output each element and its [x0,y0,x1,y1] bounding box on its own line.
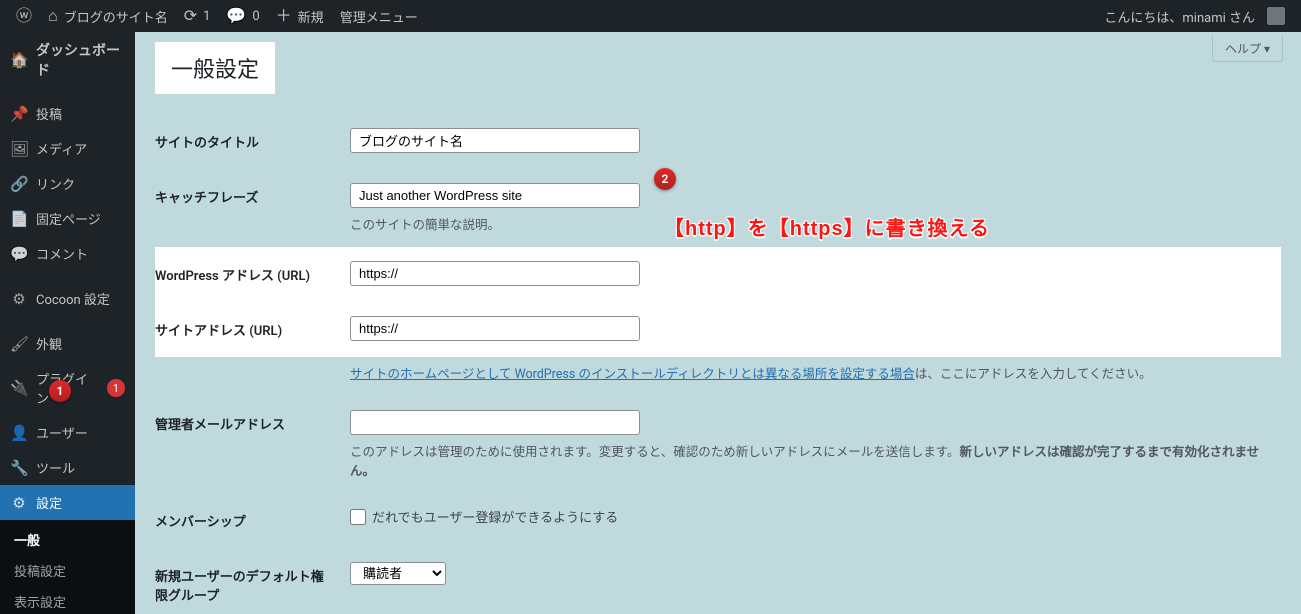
user-icon: 👤 [10,424,28,442]
sidebar-item-users[interactable]: 👤 ユーザー [0,415,135,450]
desc-siteurl-link[interactable]: サイトのホームページとして WordPress のインストールディレクトリとは異… [350,367,915,382]
sidebar-item-appearance[interactable]: 🖌 外観 [0,326,135,361]
admin-menu-label: 管理メニュー [340,7,418,26]
desc-siteurl: サイトのホームページとして WordPress のインストールディレクトリとは異… [350,363,1271,382]
annotation-1: 1 [49,380,71,402]
content-area: ヘルプ ▾ 一般設定 サイトのタイトル キャッチフレーズ このサイトの簡単な説明… [135,32,1301,614]
brush-icon: 🖌 [10,335,28,353]
greeting-text: こんにちは、minami さん [1104,7,1255,26]
input-tagline[interactable] [350,183,640,208]
site-home[interactable]: ⌂ ブログのサイト名 [40,0,176,32]
sidebar-item-label: 投稿 [36,104,62,123]
dashboard-label: ダッシュボード [36,40,125,80]
updates[interactable]: ⟳1 [176,0,219,32]
page-title: 一般設定 [155,42,275,94]
sub-item-label: 一般 [14,534,40,549]
plugin-badge: 1 [107,379,125,397]
annotation-2: 2 [654,168,676,190]
checkbox-membership[interactable] [350,509,366,525]
sidebar-item-tools[interactable]: 🔧 ツール [0,450,135,485]
settings-form: サイトのタイトル キャッチフレーズ このサイトの簡単な説明。 WordPress… [155,114,1281,614]
annotation-2-text: 【http】を【https】に書き換える [664,212,990,241]
help-label: ヘルプ ▾ [1225,42,1270,56]
label-wpurl: WordPress アドレス (URL) [155,247,340,302]
sidebar-item-label: 設定 [36,493,62,512]
comments[interactable]: 💬0 [218,0,267,32]
sidebar-item-cocoon[interactable]: ⚙ Cocoon 設定 [0,281,135,316]
label-admin-email: 管理者メールアドレス [155,396,340,493]
settings-icon: ⚙ [10,494,28,512]
sidebar-item-label: 外観 [36,334,62,353]
admin-menu-link[interactable]: 管理メニュー [332,0,426,32]
sidebar-item-links[interactable]: 🔗 リンク [0,166,135,201]
input-site-title[interactable] [350,128,640,153]
label-siteurl: サイトアドレス (URL) [155,302,340,357]
sidebar-item-label: 固定ページ [36,209,101,228]
sidebar-item-comments[interactable]: 💬 コメント [0,236,135,271]
page-icon: 📄 [10,210,28,228]
updates-count: 1 [203,9,210,24]
wp-logo[interactable]: ⓦ [8,0,40,32]
label-tagline: キャッチフレーズ [155,169,340,247]
select-default-role[interactable]: 購読者 [350,562,446,585]
new-label: 新規 [298,7,324,26]
comment-icon: 💬 [226,8,246,24]
admin-bar: ⓦ ⌂ブログのサイト名 ⟳1 💬0 ＋新規 管理メニュー こんにちは、minam… [0,0,1301,32]
sidebar-item-media[interactable]: 🖼 メディア [0,131,135,166]
sidebar-item-label: Cocoon 設定 [36,289,110,308]
sidebar-item-pages[interactable]: 📄 固定ページ [0,201,135,236]
comment-icon: 💬 [10,245,28,263]
dashboard-icon: 🏠 [10,51,28,69]
label-site-title: サイトのタイトル [155,114,340,169]
sidebar-item-settings[interactable]: ⚙ 設定 [0,485,135,520]
sidebar-item-label: ツール [36,458,75,477]
plugin-icon: 🔌 [10,379,28,397]
desc-siteurl-rest: は、ここにアドレスを入力してください。 [915,367,1152,382]
sidebar-item-label: リンク [36,174,75,193]
new-content[interactable]: ＋ 新規 [268,0,332,32]
sub-item-label: 投稿設定 [14,565,66,580]
sidebar-item-posts[interactable]: 📌 投稿 [0,96,135,131]
sub-item-writing[interactable]: 投稿設定 [0,555,135,586]
refresh-icon: ⟳ [184,8,197,24]
sidebar-dashboard[interactable]: 🏠 ダッシュボード [0,32,135,88]
settings-submenu: 一般 投稿設定 表示設定 ディスカッション メディア パーマリンク プライバシー [0,520,135,614]
membership-row[interactable]: だれでもユーザー登録ができるようにする [350,507,1271,526]
sub-item-reading[interactable]: 表示設定 [0,586,135,614]
input-siteurl[interactable] [350,316,640,341]
link-icon: 🔗 [10,175,28,193]
sub-item-label: 表示設定 [14,596,66,611]
input-wpurl[interactable] [350,261,640,286]
sidebar-item-label: ユーザー [36,423,88,442]
input-admin-email[interactable] [350,410,640,435]
admin-sidebar: 🏠 ダッシュボード 📌 投稿 🖼 メディア 🔗 リンク 📄 固定ページ 💬 コメント ⚙ Co… [0,32,135,614]
sidebar-item-label: メディア [36,139,87,158]
wrench-icon: 🔧 [10,459,28,477]
label-membership: メンバーシップ [155,493,340,548]
user-greeting[interactable]: こんにちは、minami さん [1096,0,1293,32]
plus-icon: ＋ [276,8,292,24]
media-icon: 🖼 [10,140,28,158]
avatar [1267,7,1285,25]
gear-icon: ⚙ [10,290,28,308]
pin-icon: 📌 [10,105,28,123]
desc-admin-email: このアドレスは管理のために使用されます。変更すると、確認のため新しいアドレスにメ… [350,441,1271,479]
sidebar-item-label: コメント [36,244,88,263]
comments-count: 0 [252,9,259,24]
wordpress-icon: ⓦ [16,8,32,24]
checkbox-membership-label: だれでもユーザー登録ができるようにする [372,507,618,526]
site-name-label: ブログのサイト名 [64,7,168,26]
home-icon: ⌂ [48,8,58,24]
label-default-role: 新規ユーザーのデフォルト権限グループ [155,548,340,614]
help-tab[interactable]: ヘルプ ▾ [1212,36,1283,62]
sub-item-general[interactable]: 一般 [0,524,135,555]
